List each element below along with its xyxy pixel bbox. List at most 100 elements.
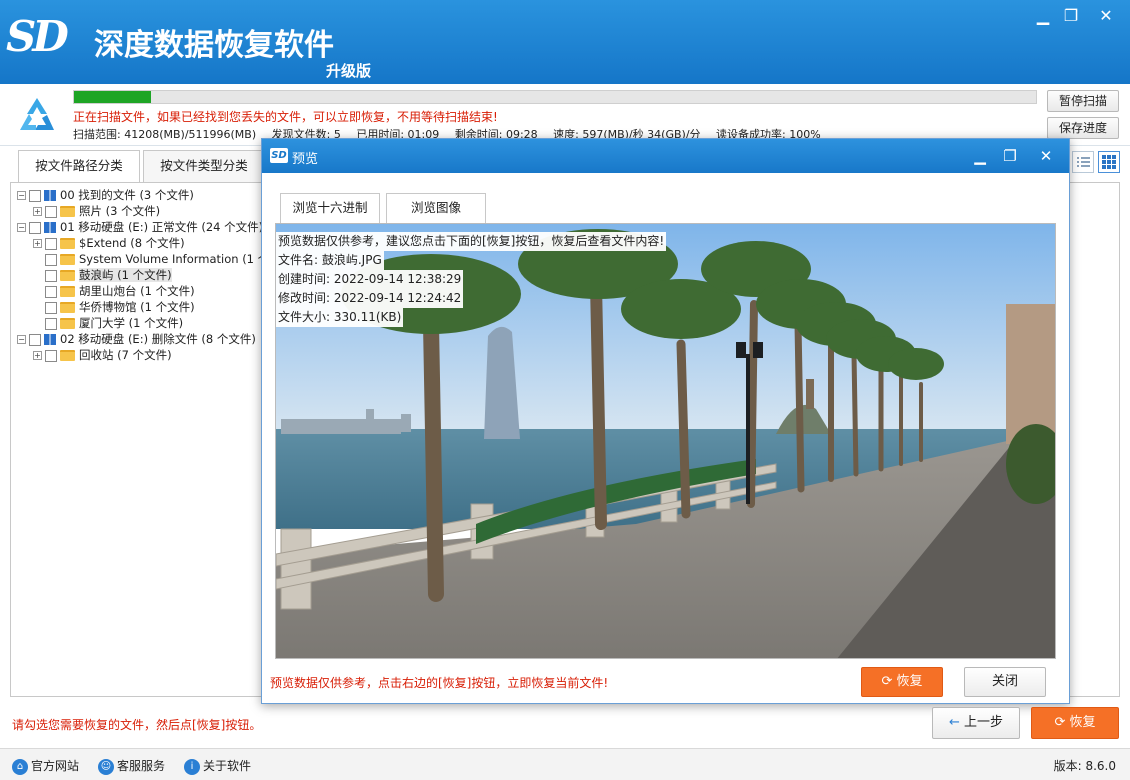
tab-by-path[interactable]: 按文件路径分类 (18, 150, 140, 182)
save-progress-button[interactable]: 保存进度 (1047, 117, 1119, 139)
scan-progress-bar (73, 90, 1037, 104)
tree-label: 回收站 (7 个文件) (79, 348, 172, 362)
title-bar: SD 深度数据恢复软件 升级版 ▁ ❐ ✕ (0, 0, 1130, 84)
expand-toggle-icon[interactable]: − (17, 191, 26, 200)
tree-checkbox[interactable] (45, 301, 57, 314)
tree-checkbox[interactable] (29, 189, 41, 202)
folder-icon (60, 318, 75, 329)
folder-icon (60, 302, 75, 313)
website-link[interactable]: ⌂ 官方网站 (12, 757, 79, 775)
tree-checkbox[interactable] (29, 221, 41, 234)
tree-label: $Extend (8 个文件) (79, 236, 185, 250)
folder-icon (60, 350, 75, 361)
dialog-message: 预览数据仅供参考，点击右边的[恢复]按钮，立即恢复当前文件! (270, 676, 609, 690)
tree-checkbox[interactable] (45, 205, 57, 218)
refresh-icon: ⟳ (881, 674, 893, 689)
support-label: 客服服务 (117, 759, 166, 773)
previous-step-label: 上一步 (964, 715, 1004, 730)
tab-image-view[interactable]: 浏览图像 (386, 193, 486, 223)
tree-row[interactable]: + $Extend (8 个文件) (33, 235, 185, 251)
dialog-recover-button[interactable]: ⟳ 恢复 (861, 667, 943, 697)
tree-checkbox[interactable] (45, 317, 57, 330)
back-arrow-icon: ← (948, 715, 960, 730)
preview-note: 预览数据仅供参考，建议您点击下面的[恢复]按钮，恢复后查看文件内容! (276, 232, 667, 251)
expand-toggle-icon[interactable]: + (33, 207, 42, 216)
tree-row[interactable]: − 02 移动硬盘 (E:) 删除文件 (8 个文件) (17, 331, 256, 347)
scan-panel: 正在扫描文件，如果已经找到您丢失的文件，可以立即恢复，不用等待扫描结束! 扫描范… (0, 84, 1130, 146)
drive-icon (44, 334, 56, 345)
tree-row[interactable]: 厦门大学 (1 个文件) (33, 315, 183, 331)
drive-icon (44, 190, 56, 201)
home-icon: ⌂ (12, 758, 28, 775)
app-edition: 升级版 (326, 62, 372, 80)
dialog-recover-label: 恢复 (896, 674, 923, 689)
scan-range: 扫描范围: 41208(MB)/511996(MB) (73, 128, 257, 141)
expand-toggle-icon[interactable]: − (17, 223, 26, 232)
dialog-close-icon[interactable]: ✕ (1034, 146, 1058, 166)
minimize-icon[interactable]: ▁ (1030, 6, 1056, 26)
tab-by-type[interactable]: 按文件类型分类 (143, 150, 265, 182)
support-link[interactable]: ☺ 客服服务 (98, 757, 165, 775)
folder-icon (60, 206, 75, 217)
modified-time: 修改时间: 2022-09-14 12:24:42 (276, 289, 464, 308)
dialog-logo-icon: SD (270, 148, 288, 163)
list-view-icon[interactable] (1072, 151, 1094, 173)
tree-checkbox[interactable] (29, 333, 41, 346)
expand-toggle-icon[interactable]: + (33, 239, 42, 248)
app-name: 深度数据恢复软件 (94, 28, 334, 63)
drive-icon (44, 222, 56, 233)
tree-row[interactable]: 胡里山炮台 (1 个文件) (33, 283, 195, 299)
folder-icon (60, 270, 75, 281)
version-label: 版本: 8.6.0 (1053, 759, 1116, 773)
tree-checkbox[interactable] (45, 253, 57, 266)
preview-dialog: SD 预览 ▁ ❐ ✕ 浏览十六进制 浏览图像 预览数据仅供参考，建议您点击下面… (261, 138, 1070, 704)
folder-icon (60, 286, 75, 297)
dialog-title-bar: SD 预览 ▁ ❐ ✕ (262, 139, 1069, 173)
grid-view-icon[interactable] (1098, 151, 1120, 173)
refresh-icon: ⟳ (1054, 715, 1066, 730)
tree-label: 00 找到的文件 (3 个文件) (60, 188, 194, 202)
tree-row[interactable]: + 照片 (3 个文件) (33, 203, 160, 219)
tree-checkbox[interactable] (45, 285, 57, 298)
tree-row[interactable]: − 00 找到的文件 (3 个文件) (17, 187, 194, 203)
restore-icon[interactable]: ❐ (1058, 6, 1084, 26)
status-bar: ⌂ 官方网站 ☺ 客服服务 i 关于软件 版本: 8.6.0 (0, 748, 1130, 780)
tree-row[interactable]: + 回收站 (7 个文件) (33, 347, 172, 363)
recycle-icon (20, 98, 54, 130)
dialog-minimize-icon[interactable]: ▁ (968, 146, 992, 166)
tree-row[interactable]: 华侨博物馆 (1 个文件) (33, 299, 195, 315)
tree-row[interactable]: − 01 移动硬盘 (E:) 正常文件 (24 个文件) (17, 219, 263, 235)
dialog-close-button[interactable]: 关闭 (964, 667, 1046, 697)
expand-toggle-icon[interactable]: − (17, 335, 26, 344)
scan-message: 正在扫描文件，如果已经找到您丢失的文件，可以立即恢复，不用等待扫描结束! (73, 110, 498, 124)
bottom-message: 请勾选您需要恢复的文件，然后点[恢复]按钮。 (12, 718, 262, 732)
pause-scan-button[interactable]: 暂停扫描 (1047, 90, 1119, 112)
tree-row[interactable]: System Volume Information (1 个文件) (33, 251, 297, 267)
tree-label: 厦门大学 (1 个文件) (79, 316, 184, 330)
file-size: 文件大小: 330.11(KB) (276, 308, 404, 327)
tree-label: 华侨博物馆 (1 个文件) (79, 300, 195, 314)
tree-label: 01 移动硬盘 (E:) 正常文件 (24 个文件) (60, 220, 264, 234)
tab-hex-view[interactable]: 浏览十六进制 (280, 193, 380, 223)
folder-icon (60, 254, 75, 265)
expand-toggle-icon[interactable]: + (33, 351, 42, 360)
file-info-overlay: 预览数据仅供参考，建议您点击下面的[恢复]按钮，恢复后查看文件内容! 文件名: … (276, 232, 667, 327)
close-icon[interactable]: ✕ (1093, 6, 1119, 26)
app-logo: SD (6, 12, 69, 61)
tree-checkbox[interactable] (45, 269, 57, 282)
previous-step-button[interactable]: ← 上一步 (932, 707, 1020, 739)
tree-label: 照片 (3 个文件) (79, 204, 161, 218)
tree-checkbox[interactable] (45, 349, 57, 362)
support-icon: ☺ (98, 758, 114, 775)
dialog-restore-icon[interactable]: ❐ (998, 146, 1022, 166)
tree-label: 胡里山炮台 (1 个文件) (79, 284, 195, 298)
about-link[interactable]: i 关于软件 (184, 757, 251, 775)
image-preview: 预览数据仅供参考，建议您点击下面的[恢复]按钮，恢复后查看文件内容! 文件名: … (275, 223, 1056, 659)
recover-label: 恢复 (1069, 715, 1096, 730)
tree-checkbox[interactable] (45, 237, 57, 250)
tree-row[interactable]: 鼓浪屿 (1 个文件) (33, 267, 172, 283)
file-name: 文件名: 鼓浪屿.JPG (276, 251, 384, 270)
folder-icon (60, 238, 75, 249)
tree-label: 02 移动硬盘 (E:) 删除文件 (8 个文件) (60, 332, 256, 346)
recover-button[interactable]: ⟳ 恢复 (1031, 707, 1119, 739)
